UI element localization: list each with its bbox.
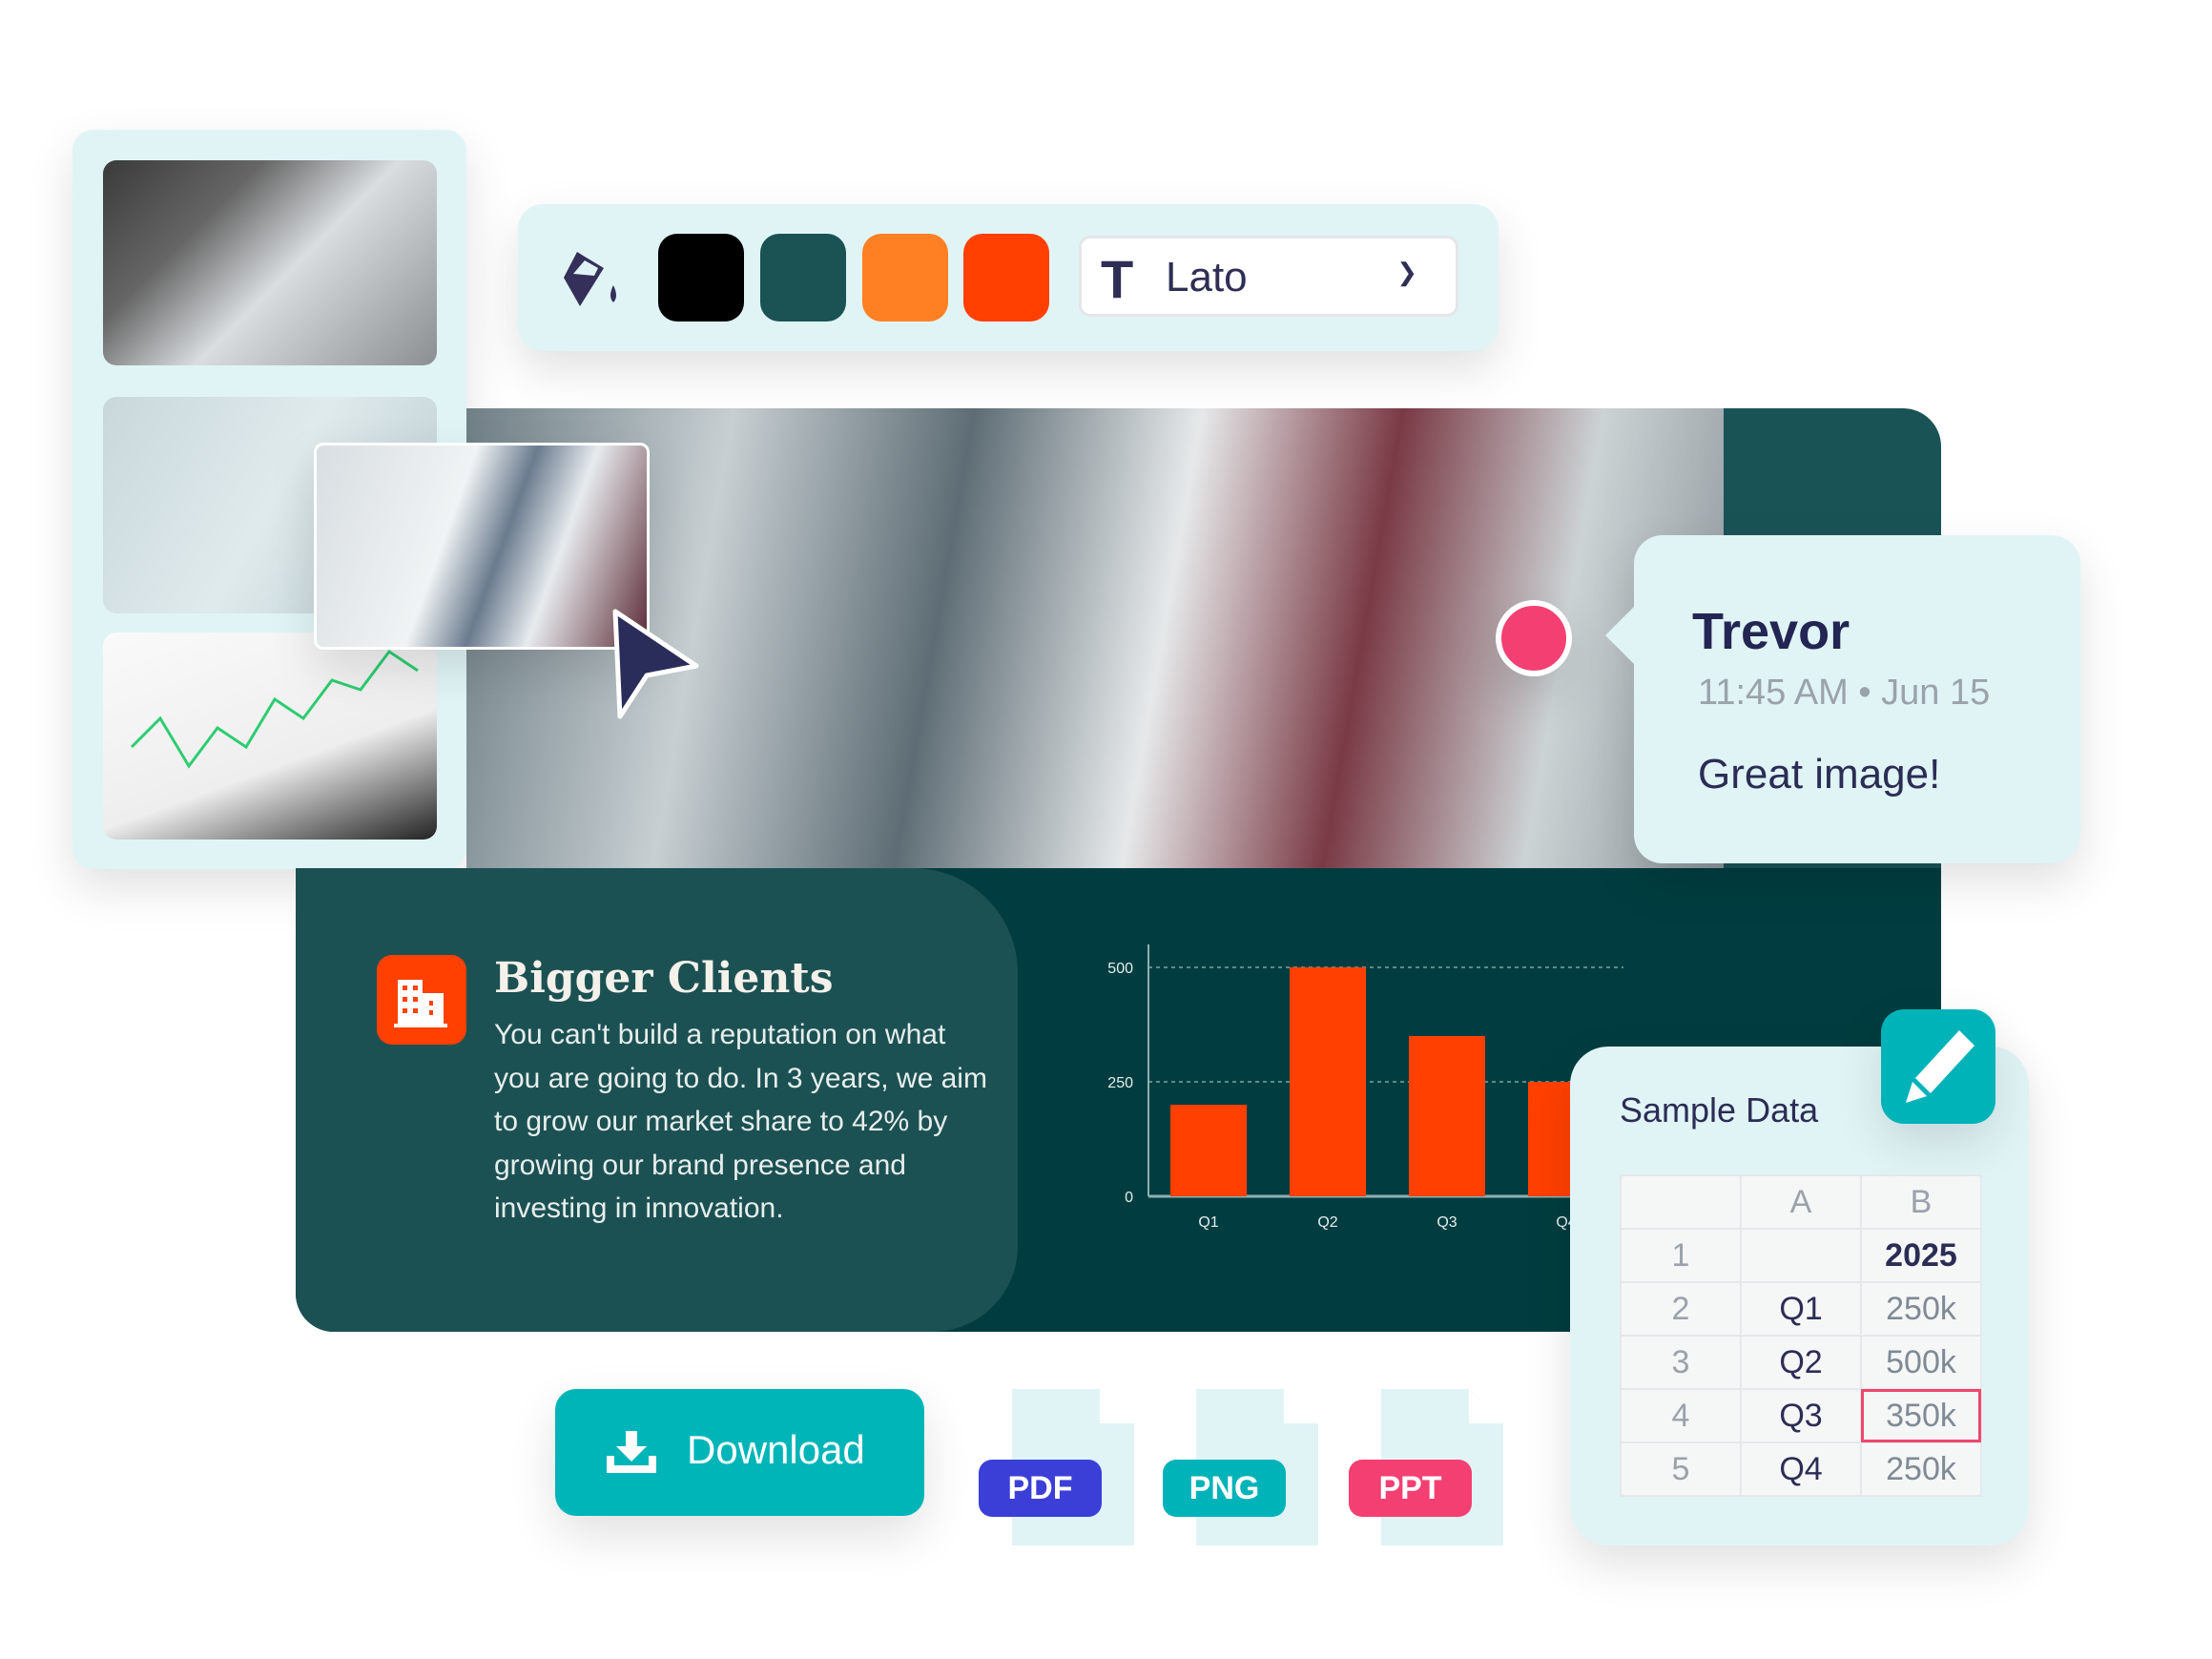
file-fold <box>1100 1389 1134 1423</box>
format-pdf-button[interactable]: PDF <box>979 1460 1102 1517</box>
comment-author: Trevor <box>1692 603 1850 660</box>
row-number: 1 <box>1620 1228 1742 1283</box>
comment-marker[interactable] <box>1496 600 1572 676</box>
font-value: Lato <box>1166 254 1248 301</box>
x-tick-label: Q2 <box>1317 1214 1337 1231</box>
table-cell[interactable]: 250k <box>1860 1281 1982 1337</box>
download-button[interactable]: Download <box>555 1389 924 1516</box>
y-tick-label: 250 <box>1107 1075 1133 1091</box>
thumbnail-chart-image[interactable] <box>103 632 437 840</box>
chevron-down-icon: ❯ <box>1396 258 1417 286</box>
table-cell[interactable]: Q4 <box>1740 1441 1862 1497</box>
file-fold <box>1469 1389 1503 1423</box>
comment-bubble: Trevor 11:45 AM • Jun 15 Great image! <box>1605 535 2080 863</box>
building-icon <box>377 955 466 1045</box>
paint-bucket-icon[interactable] <box>556 247 628 314</box>
table-row: 4 Q3 350k <box>1620 1388 1982 1443</box>
format-png-button[interactable]: PNG <box>1163 1460 1286 1517</box>
row-number: 2 <box>1620 1281 1742 1337</box>
style-toolbar: T Lato ❯ <box>518 204 1499 351</box>
comment-timestamp: 11:45 AM • Jun 15 <box>1698 673 1991 713</box>
color-swatch-teal[interactable] <box>760 234 846 321</box>
table-row: 1 2025 <box>1620 1228 1982 1283</box>
color-swatch-orange[interactable] <box>862 234 948 321</box>
table-header-row: A B <box>1620 1174 1982 1230</box>
bar-q3 <box>1409 1036 1485 1196</box>
table-row: 5 Q4 250k <box>1620 1441 1982 1497</box>
thumbnail-laptop-image[interactable] <box>103 160 437 365</box>
header-cell: B <box>1860 1174 1982 1230</box>
x-tick-label: Q3 <box>1437 1214 1457 1231</box>
text-t-icon: T <box>1101 249 1134 309</box>
table-cell[interactable]: Q1 <box>1740 1281 1862 1337</box>
pencil-icon <box>1906 1030 1974 1103</box>
y-tick-label: 500 <box>1107 961 1133 977</box>
font-dropdown[interactable]: T Lato ❯ <box>1079 236 1458 317</box>
format-ppt-button[interactable]: PPT <box>1349 1460 1472 1517</box>
row-number: 5 <box>1620 1441 1742 1497</box>
slide-title[interactable]: Bigger Clients <box>494 954 833 1003</box>
color-swatch-black[interactable] <box>658 234 744 321</box>
table-cell[interactable]: 500k <box>1860 1335 1982 1390</box>
header-cell <box>1620 1174 1742 1230</box>
download-label: Download <box>687 1427 865 1472</box>
table-cell[interactable]: 2025 <box>1860 1228 1982 1283</box>
header-cell: A <box>1740 1174 1862 1230</box>
cursor-arrow-icon <box>612 609 699 719</box>
table-cell[interactable]: Q3 <box>1740 1388 1862 1443</box>
dragged-photo-thumbnail[interactable] <box>314 443 650 650</box>
edit-data-button[interactable] <box>1881 1009 1995 1124</box>
color-swatch-red-orange[interactable] <box>963 234 1049 321</box>
line-chart-graphic <box>130 649 419 769</box>
file-fold <box>1284 1389 1318 1423</box>
table-cell[interactable]: Q2 <box>1740 1335 1862 1390</box>
download-icon <box>607 1431 656 1473</box>
y-tick-label: 0 <box>1125 1190 1133 1206</box>
selected-table-cell[interactable]: 350k <box>1860 1388 1982 1443</box>
data-table: A B 1 2025 2 Q1 250k 3 Q2 500k 4 Q3 350k 5 Q4 250… <box>1620 1174 1982 1497</box>
slide-body-text[interactable]: You can't build a reputation on what you… <box>494 1013 990 1231</box>
row-number: 4 <box>1620 1388 1742 1443</box>
table-row: 3 Q2 500k <box>1620 1335 1982 1390</box>
comment-text: Great image! <box>1698 751 1941 798</box>
table-cell[interactable] <box>1740 1228 1862 1283</box>
bar-q2 <box>1290 967 1366 1196</box>
bar-chart[interactable]: 0250500Q1 Q2 Q3 Q4 <box>1097 944 1631 1250</box>
table-row: 2 Q1 250k <box>1620 1281 1982 1337</box>
x-tick-label: Q1 <box>1198 1214 1218 1231</box>
bar-q1 <box>1170 1105 1247 1196</box>
table-cell[interactable]: 250k <box>1860 1441 1982 1497</box>
sample-data-title: Sample Data <box>1620 1090 1819 1130</box>
row-number: 3 <box>1620 1335 1742 1390</box>
